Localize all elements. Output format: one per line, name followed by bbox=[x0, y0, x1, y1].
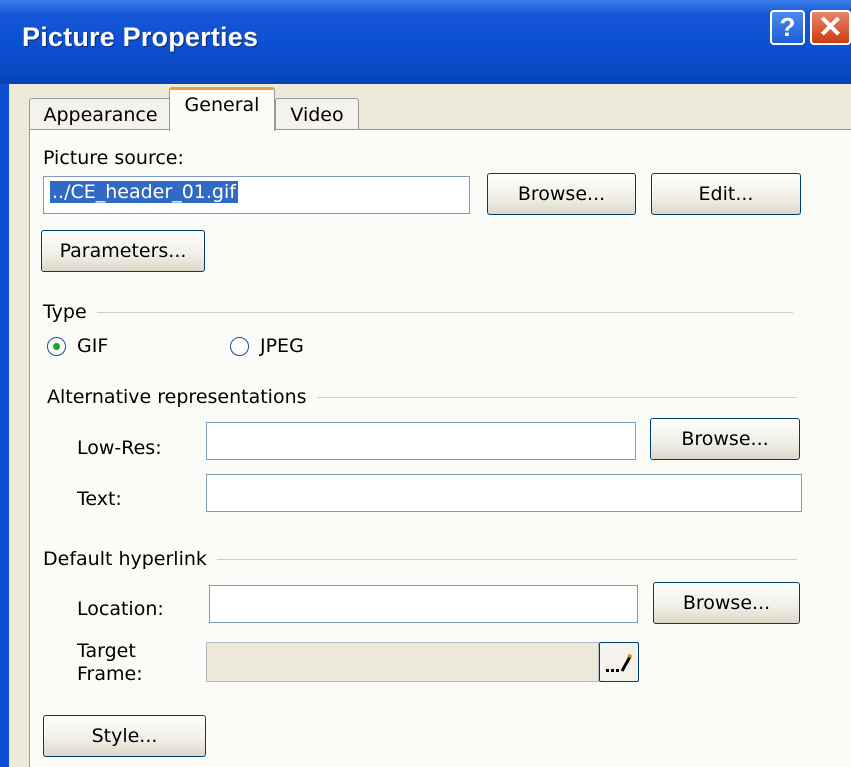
gif-radio-label[interactable]: GIF bbox=[77, 335, 108, 357]
help-button[interactable]: ? bbox=[770, 10, 805, 45]
type-group: Type bbox=[43, 301, 793, 323]
window-frame bbox=[0, 84, 9, 767]
text-input[interactable] bbox=[206, 474, 802, 512]
target-frame-picker-button[interactable] bbox=[599, 642, 639, 682]
picture-source-edit-button[interactable]: Edit... bbox=[651, 173, 801, 215]
target-frame-label-line1: Target bbox=[77, 640, 136, 662]
picture-source-label: Picture source: bbox=[43, 147, 184, 169]
style-button[interactable]: Style... bbox=[43, 715, 206, 757]
location-browse-button[interactable]: Browse... bbox=[653, 582, 800, 624]
jpeg-radio[interactable] bbox=[230, 337, 249, 356]
gif-radio[interactable] bbox=[47, 337, 66, 356]
window-title: Picture Properties bbox=[22, 22, 259, 52]
target-frame-label-line2: Frame: bbox=[77, 663, 143, 685]
close-button[interactable]: ✕ bbox=[810, 10, 851, 45]
parameters-button[interactable]: Parameters... bbox=[41, 230, 205, 272]
picture-source-browse-button[interactable]: Browse... bbox=[487, 173, 636, 215]
tab-video[interactable]: Video bbox=[275, 98, 359, 130]
hyperlink-group-label: Default hyperlink bbox=[43, 548, 217, 570]
tab-strip: Appearance General Video bbox=[9, 84, 851, 131]
location-input[interactable] bbox=[209, 585, 638, 623]
target-frame-input bbox=[206, 642, 599, 682]
hyperlink-group: Default hyperlink bbox=[43, 548, 797, 570]
ellipsis-pencil-icon bbox=[606, 653, 633, 672]
location-label: Location: bbox=[77, 598, 164, 620]
picture-properties-window: Picture Properties ? ✕ Appearance Genera… bbox=[0, 0, 851, 767]
tab-general[interactable]: General bbox=[169, 87, 275, 131]
text-label: Text: bbox=[77, 488, 122, 510]
title-bar[interactable]: Picture Properties ? ✕ bbox=[0, 0, 851, 84]
general-tab-panel: Picture source: ../CE_header_01.gif Brow… bbox=[29, 129, 851, 767]
dialog-body: Appearance General Video Picture source:… bbox=[9, 84, 851, 767]
lowres-browse-button[interactable]: Browse... bbox=[650, 418, 800, 460]
type-group-label: Type bbox=[43, 301, 97, 323]
lowres-label: Low-Res: bbox=[77, 437, 162, 459]
jpeg-radio-label[interactable]: JPEG bbox=[260, 335, 304, 357]
alternative-group-label: Alternative representations bbox=[47, 386, 317, 408]
alternative-group: Alternative representations bbox=[47, 386, 797, 408]
lowres-input[interactable] bbox=[206, 422, 636, 460]
picture-source-value: ../CE_header_01.gif bbox=[50, 181, 238, 203]
picture-source-input[interactable]: ../CE_header_01.gif bbox=[43, 176, 470, 214]
type-group-divider bbox=[43, 312, 793, 313]
tab-appearance[interactable]: Appearance bbox=[29, 98, 172, 130]
